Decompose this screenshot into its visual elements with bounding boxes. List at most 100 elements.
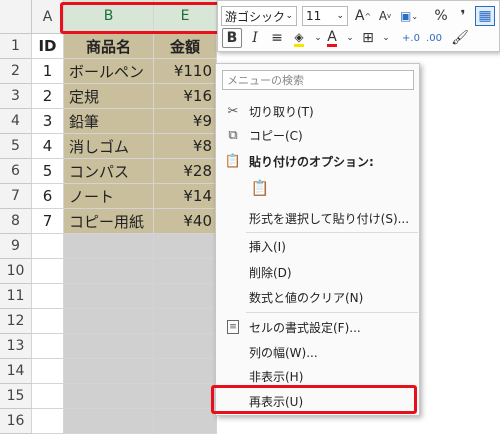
empty-cell[interactable] (32, 384, 64, 409)
header-name-cell[interactable]: 商品名 (64, 34, 154, 59)
fill-color-button[interactable]: ◈ (289, 28, 309, 48)
empty-cell[interactable] (64, 259, 154, 284)
decrease-decimal-button[interactable]: .00 (424, 28, 444, 48)
price-cell[interactable]: ¥110 (154, 59, 217, 84)
comma-icon: ❜ (460, 8, 466, 24)
row-header[interactable]: 4 (0, 109, 32, 134)
row-header[interactable]: 5 (0, 134, 32, 159)
empty-cell[interactable] (32, 284, 64, 309)
name-cell[interactable]: 鉛筆 (64, 109, 154, 134)
empty-cell[interactable] (154, 334, 217, 359)
empty-cell[interactable] (64, 409, 154, 434)
row-header[interactable]: 12 (0, 309, 32, 334)
id-cell[interactable]: 5 (32, 159, 64, 184)
select-all-corner[interactable] (0, 0, 32, 34)
price-cell[interactable]: ¥8 (154, 134, 217, 159)
percent-button[interactable]: % (431, 6, 451, 26)
id-cell[interactable]: 4 (32, 134, 64, 159)
increase-decimal-button[interactable]: +.0 (401, 28, 421, 48)
empty-cell[interactable] (154, 259, 217, 284)
menu-item-column-width[interactable]: 列の幅(W)... (216, 340, 419, 364)
empty-cell[interactable] (64, 384, 154, 409)
borders-dropdown[interactable]: ⌄ (376, 28, 396, 48)
empty-cell[interactable] (64, 334, 154, 359)
bold-button[interactable]: B (222, 28, 242, 48)
menu-item-clear[interactable]: 数式と値のクリア(N) (216, 285, 419, 309)
number-format-button[interactable]: ▣ ⌄ (399, 6, 419, 26)
price-cell[interactable]: ¥16 (154, 84, 217, 109)
row-number: 14 (6, 363, 25, 379)
menu-item-delete[interactable]: 削除(D) (216, 260, 419, 284)
empty-cell[interactable] (32, 334, 64, 359)
empty-cell[interactable] (154, 409, 217, 434)
comma-style-button[interactable]: ❜ (453, 6, 473, 26)
empty-cell[interactable] (154, 384, 217, 409)
paste-clipboard-icon[interactable]: 📋 (249, 177, 271, 199)
id-cell[interactable]: 6 (32, 184, 64, 209)
price-cell[interactable]: ¥14 (154, 184, 217, 209)
format-table-button[interactable]: ▦ (475, 6, 495, 26)
row-header[interactable]: 2 (0, 59, 32, 84)
empty-cell[interactable] (32, 259, 64, 284)
empty-cell[interactable] (32, 359, 64, 384)
empty-cell[interactable] (32, 309, 64, 334)
row-header[interactable]: 11 (0, 284, 32, 309)
row-header[interactable]: 15 (0, 384, 32, 409)
id-cell[interactable]: 2 (32, 84, 64, 109)
row-number: 6 (11, 163, 20, 179)
empty-cell[interactable] (32, 409, 64, 434)
name-cell[interactable]: コンパス (64, 159, 154, 184)
id-cell[interactable]: 1 (32, 59, 64, 84)
empty-cell[interactable] (154, 309, 217, 334)
empty-cell[interactable] (154, 359, 217, 384)
font-color-button[interactable]: A (322, 28, 342, 48)
row-header[interactable]: 10 (0, 259, 32, 284)
empty-cell[interactable] (64, 234, 154, 259)
font-name-box[interactable]: 游ゴシック ⌄ (221, 6, 297, 26)
format-painter-button[interactable]: 🖌 (450, 28, 470, 48)
empty-cell[interactable] (64, 284, 154, 309)
row-header[interactable]: 6 (0, 159, 32, 184)
menu-search-input[interactable]: メニューの検索 (222, 70, 414, 90)
row-header[interactable]: 1 (0, 34, 32, 59)
empty-cell[interactable] (154, 234, 217, 259)
name-cell[interactable]: コピー用紙 (64, 209, 154, 234)
name-cell[interactable]: ノート (64, 184, 154, 209)
shrink-font-button[interactable]: Av (375, 6, 395, 26)
grow-font-button[interactable]: A ^ (353, 6, 373, 26)
empty-cell[interactable] (64, 359, 154, 384)
menu-item-cut[interactable]: ✂ 切り取り(T) (216, 99, 419, 123)
borders-button[interactable]: ⊞ (358, 28, 378, 48)
price-cell[interactable]: ¥28 (154, 159, 217, 184)
row-header[interactable]: 7 (0, 184, 32, 209)
row-header[interactable]: 3 (0, 84, 32, 109)
header-id-cell[interactable]: ID (32, 34, 64, 59)
font-size-box[interactable]: 11 ⌄ (302, 6, 348, 26)
row-header[interactable]: 13 (0, 334, 32, 359)
menu-item-paste-special[interactable]: 形式を選択して貼り付け(S)... (216, 206, 419, 230)
id-cell[interactable]: 7 (32, 209, 64, 234)
menu-paste-options-heading: 📋 貼り付けのオプション: (216, 149, 419, 173)
header-price-cell[interactable]: 金額 (154, 34, 217, 59)
name-cell[interactable]: 定規 (64, 84, 154, 109)
empty-cell[interactable] (64, 309, 154, 334)
menu-item-format-cells[interactable]: ≡ セルの書式設定(F)... (216, 315, 419, 339)
price-cell[interactable]: ¥9 (154, 109, 217, 134)
font-color-dropdown[interactable]: ⌄ (340, 28, 360, 48)
empty-cell[interactable] (154, 284, 217, 309)
row-header[interactable]: 16 (0, 409, 32, 434)
align-center-button[interactable]: ≡ (267, 28, 287, 48)
italic-button[interactable]: I (245, 28, 265, 48)
id-cell-text: 6 (42, 187, 53, 205)
id-cell[interactable]: 3 (32, 109, 64, 134)
shrink-font-icon: A (378, 9, 388, 23)
empty-cell[interactable] (32, 234, 64, 259)
name-cell[interactable]: ボールペン (64, 59, 154, 84)
row-header[interactable]: 14 (0, 359, 32, 384)
menu-item-insert[interactable]: 挿入(I) (216, 234, 419, 258)
price-cell[interactable]: ¥40 (154, 209, 217, 234)
menu-item-copy[interactable]: ⧉ コピー(C) (216, 123, 419, 147)
row-header[interactable]: 8 (0, 209, 32, 234)
row-header[interactable]: 9 (0, 234, 32, 259)
name-cell[interactable]: 消しゴム (64, 134, 154, 159)
